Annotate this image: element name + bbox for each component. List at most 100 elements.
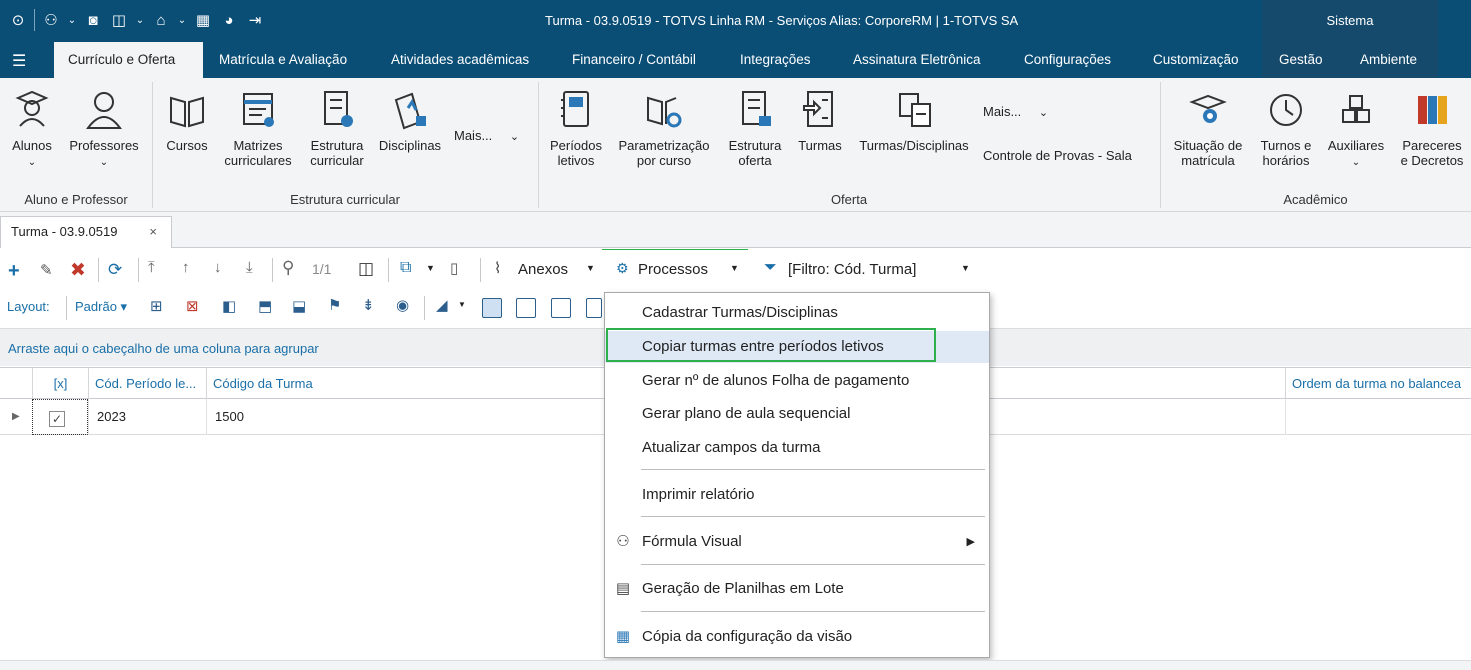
shapes-icon[interactable]: ◉	[396, 296, 409, 314]
next-record-icon[interactable]: ↓	[214, 259, 222, 276]
chevron-down-icon[interactable]: ⌄	[67, 15, 77, 26]
document-icon[interactable]: ▯	[450, 259, 458, 277]
menu-item-gerar-plano-aula[interactable]: Gerar plano de aula sequencial	[605, 398, 989, 430]
caret-down-icon[interactable]: ▼	[730, 263, 739, 273]
search-icon[interactable]: ⚲	[282, 258, 294, 278]
window-icon[interactable]: ◫	[109, 11, 129, 29]
row-checkbox[interactable]: ✓	[32, 399, 88, 435]
chart-icon[interactable]: ◢	[436, 296, 448, 314]
tab-gestao[interactable]: Gestão	[1279, 42, 1323, 78]
pin-icon[interactable]: ⇟	[362, 296, 375, 314]
tab-configuracoes[interactable]: Configurações	[1024, 42, 1111, 78]
group-hint: Arraste aqui o cabeçalho de uma coluna p…	[8, 341, 319, 356]
tab-assinatura[interactable]: Assinatura Eletrônica	[853, 42, 981, 78]
mais-oferta-button[interactable]: Mais... ⌄	[983, 104, 1048, 119]
tab-curriculo-oferta[interactable]: Currículo e Oferta	[54, 42, 203, 78]
column-ordem-balanceamento[interactable]: Ordem da turma no balancea	[1285, 368, 1471, 399]
layout-top-button[interactable]	[551, 298, 571, 318]
layout-bottom-button[interactable]	[482, 298, 502, 318]
menu-item-copia-configuracao[interactable]: ▦ Cópia da configuração da visão	[605, 621, 989, 653]
column-periodo[interactable]: Cód. Período le...	[88, 368, 206, 399]
graduation-gear-icon	[1189, 94, 1227, 123]
menu-tabs: ☰ Currículo e Oferta Matrícula e Avaliaç…	[0, 42, 1471, 78]
periodos-letivos-button[interactable]: Períodos letivos	[546, 88, 606, 168]
tab-ambiente[interactable]: Ambiente	[1360, 42, 1417, 78]
remove-row-icon[interactable]: ⊠	[186, 297, 199, 315]
situacao-matricula-button[interactable]: Situação de matrícula	[1166, 88, 1250, 168]
layout-split-button[interactable]	[516, 298, 536, 318]
processos-button[interactable]: Processos	[638, 261, 708, 278]
add-icon[interactable]: +	[8, 260, 20, 283]
professores-button[interactable]: Professores ⌄	[64, 88, 144, 170]
anexos-button[interactable]: Anexos	[518, 261, 568, 278]
group-label-oferta: Oferta	[830, 192, 868, 207]
first-record-icon[interactable]: ⤒	[148, 259, 155, 276]
download-icon[interactable]: ⬓	[292, 297, 306, 315]
tab-matricula-avaliacao[interactable]: Matrícula e Avaliação	[219, 42, 347, 78]
chevron-down-icon[interactable]: ⌄	[177, 15, 187, 26]
disciplinas-button[interactable]: Disciplinas	[376, 88, 444, 153]
previous-record-icon[interactable]: ↑	[182, 259, 190, 276]
paperclip-icon[interactable]: ⌇	[494, 259, 501, 277]
caret-down-icon[interactable]: ▼	[458, 300, 466, 309]
estrutura-oferta-button[interactable]: Estrutura oferta	[722, 88, 788, 168]
last-record-icon[interactable]: ⤓	[246, 259, 253, 276]
column-codigo-turma[interactable]: Código da Turma	[206, 368, 606, 399]
paint-icon[interactable]: ⚑	[328, 296, 341, 314]
spreadsheet-icon: ▤	[615, 580, 631, 597]
menu-item-gerar-alunos-folha[interactable]: Gerar nº de alunos Folha de pagamento	[605, 365, 989, 397]
tab-financeiro[interactable]: Financeiro / Contábil	[572, 42, 696, 78]
student-icon	[15, 90, 49, 127]
caret-down-icon[interactable]: ▼	[961, 263, 970, 273]
menu-item-atualizar-campos[interactable]: Atualizar campos da turma	[605, 432, 989, 464]
mais-estrutura-button[interactable]: Mais... ⌄	[454, 128, 519, 143]
tab-turma[interactable]: Turma - 03.9.0519 ×	[0, 216, 172, 248]
upload-icon[interactable]: ⬒	[258, 297, 272, 315]
auxiliares-button[interactable]: Auxiliares ⌄	[1322, 88, 1390, 170]
alunos-button[interactable]: Alunos ⌄	[6, 88, 58, 170]
estrutura-curricular-button[interactable]: Estrutura curricular	[304, 88, 370, 168]
exit-icon[interactable]: ⇥	[245, 11, 265, 29]
menu-item-cadastrar-turmas[interactable]: Cadastrar Turmas/Disciplinas	[605, 297, 989, 329]
menu-item-formula-visual[interactable]: ⚇ Fórmula Visual ▶	[605, 526, 989, 558]
tab-customizacao[interactable]: Customização	[1153, 42, 1239, 78]
caret-down-icon[interactable]: ▼	[426, 263, 435, 273]
menu-item-imprimir-relatorio[interactable]: Imprimir relatório	[605, 479, 989, 511]
column-select-all[interactable]: [x]	[32, 368, 88, 399]
pareceres-decretos-button[interactable]: Pareceres e Decretos	[1394, 88, 1470, 168]
menu-item-geracao-planilhas[interactable]: ▤ Geração de Planilhas em Lote	[605, 573, 989, 605]
controle-provas-button[interactable]: Controle de Provas - Sala	[983, 148, 1132, 163]
columns-icon[interactable]: ◫	[358, 259, 374, 279]
book-open-icon	[170, 96, 204, 128]
cursos-button[interactable]: Cursos	[162, 88, 212, 153]
edit-icon[interactable]: ✎	[40, 261, 53, 279]
teacher-icon	[86, 92, 122, 129]
turnos-horarios-button[interactable]: Turnos e horários	[1254, 88, 1318, 168]
import-icon[interactable]: ◧	[222, 297, 236, 315]
main-toolbar: + ✎ ✖ ⟳ ⤒ ↑ ↓ ⤓ ⚲ 1/1 ◫ ⧉ ▼ ▯ ⌇ Anexos ▼…	[0, 250, 1471, 290]
layout-side-button[interactable]	[586, 298, 602, 318]
close-icon[interactable]: ×	[149, 224, 157, 239]
refresh-icon[interactable]: ⟳	[108, 260, 122, 280]
add-row-icon[interactable]: ⊞	[150, 297, 163, 315]
matrizes-curriculares-button[interactable]: Matrizes curriculares	[220, 88, 296, 168]
filtro-button[interactable]: [Filtro: Cód. Turma]	[788, 261, 916, 278]
tab-atividades[interactable]: Atividades acadêmicas	[391, 42, 529, 78]
caret-down-icon[interactable]: ▼	[586, 263, 595, 273]
parametrizacao-curso-button[interactable]: Parametrização por curso	[612, 88, 716, 168]
app-menu-icon[interactable]: ☰	[12, 51, 26, 71]
layout-select[interactable]: Padrão ▾	[75, 299, 127, 315]
home-icon[interactable]: ⌂	[151, 12, 171, 29]
layout-label: Layout:	[7, 299, 50, 314]
external-link-icon[interactable]: ⧉	[400, 259, 411, 277]
hierarchy-icon[interactable]: ⚇	[41, 11, 61, 29]
globe-icon[interactable]: ◕	[219, 12, 239, 29]
totvs-logo-icon[interactable]: ⊙	[8, 11, 28, 29]
delete-icon[interactable]: ✖	[70, 259, 86, 282]
turmas-button[interactable]: Turmas	[794, 88, 846, 153]
calculator-icon[interactable]: ▦	[193, 11, 213, 29]
chevron-down-icon[interactable]: ⌄	[135, 15, 145, 26]
turmas-disciplinas-button[interactable]: Turmas/Disciplinas	[852, 88, 976, 153]
view-icon[interactable]: ◙	[83, 12, 103, 29]
tab-integracoes[interactable]: Integrações	[740, 42, 811, 78]
